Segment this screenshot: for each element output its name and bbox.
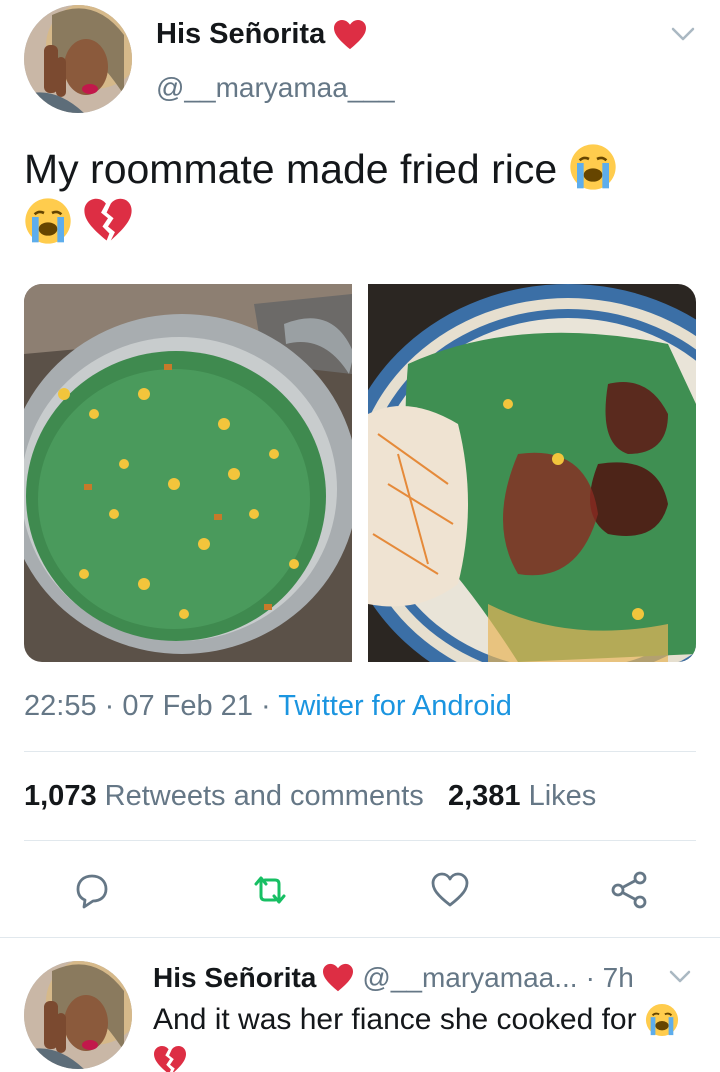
likes-label: Likes	[528, 780, 597, 812]
tweet-text: My roommate made fried rice	[24, 142, 694, 250]
handle[interactable]: @__maryamaa___	[156, 72, 395, 104]
broken-heart-icon	[83, 197, 133, 245]
loudly-crying-face-icon	[645, 1003, 679, 1037]
red-heart-icon	[333, 19, 367, 51]
engagement-stats: 1,073 Retweets and comments 2,381 Likes	[24, 780, 596, 813]
reply-text: And it was her fiance she cooked for	[153, 1000, 713, 1072]
divider	[24, 840, 696, 841]
handle[interactable]: @__maryamaa...	[362, 962, 577, 994]
likes-stat[interactable]: 2,381 Likes	[448, 780, 596, 812]
author-name-row[interactable]: His Señorita	[156, 18, 367, 51]
divider	[0, 937, 720, 938]
action-bar	[0, 860, 720, 920]
avatar[interactable]	[24, 961, 132, 1069]
reply-author-row: His Señorita @__maryamaa... · 7h	[153, 962, 634, 994]
chevron-down-icon[interactable]	[668, 968, 692, 986]
divider	[24, 751, 696, 752]
avatar[interactable]	[24, 5, 132, 113]
loudly-crying-face-icon	[569, 143, 617, 191]
retweets-count: 1,073	[24, 780, 97, 812]
main-tweet: His Señorita @__maryamaa___ My roommate …	[0, 0, 720, 936]
retweet-icon[interactable]	[248, 868, 292, 912]
photo-plate-of-rice[interactable]	[368, 284, 696, 662]
display-name[interactable]: His Señorita	[156, 18, 325, 51]
display-name[interactable]: His Señorita	[153, 962, 316, 994]
retweets-stat[interactable]: 1,073 Retweets and comments	[24, 780, 424, 812]
loudly-crying-face-icon	[24, 197, 72, 245]
photo-pot-of-rice[interactable]	[24, 284, 352, 662]
reply-icon[interactable]	[70, 868, 114, 912]
tweet-meta: 22:55 · 07 Feb 21 · Twitter for Android	[24, 690, 512, 723]
share-icon[interactable]	[607, 868, 651, 912]
timestamp[interactable]: 22:55 · 07 Feb 21 ·	[24, 690, 278, 722]
likes-count: 2,381	[447, 780, 521, 812]
source-link[interactable]: Twitter for Android	[278, 690, 512, 722]
media-gallery	[24, 284, 696, 662]
chevron-down-icon[interactable]	[670, 24, 696, 44]
red-heart-icon	[322, 963, 354, 993]
reply-text-body: And it was her fiance she cooked for	[153, 1003, 637, 1036]
reply-time[interactable]: · 7h	[586, 962, 634, 994]
broken-heart-icon	[153, 1045, 187, 1072]
tweet-text-body: My roommate made fried rice	[24, 146, 558, 192]
retweets-label: Retweets and comments	[104, 780, 424, 812]
like-icon[interactable]	[428, 868, 472, 912]
